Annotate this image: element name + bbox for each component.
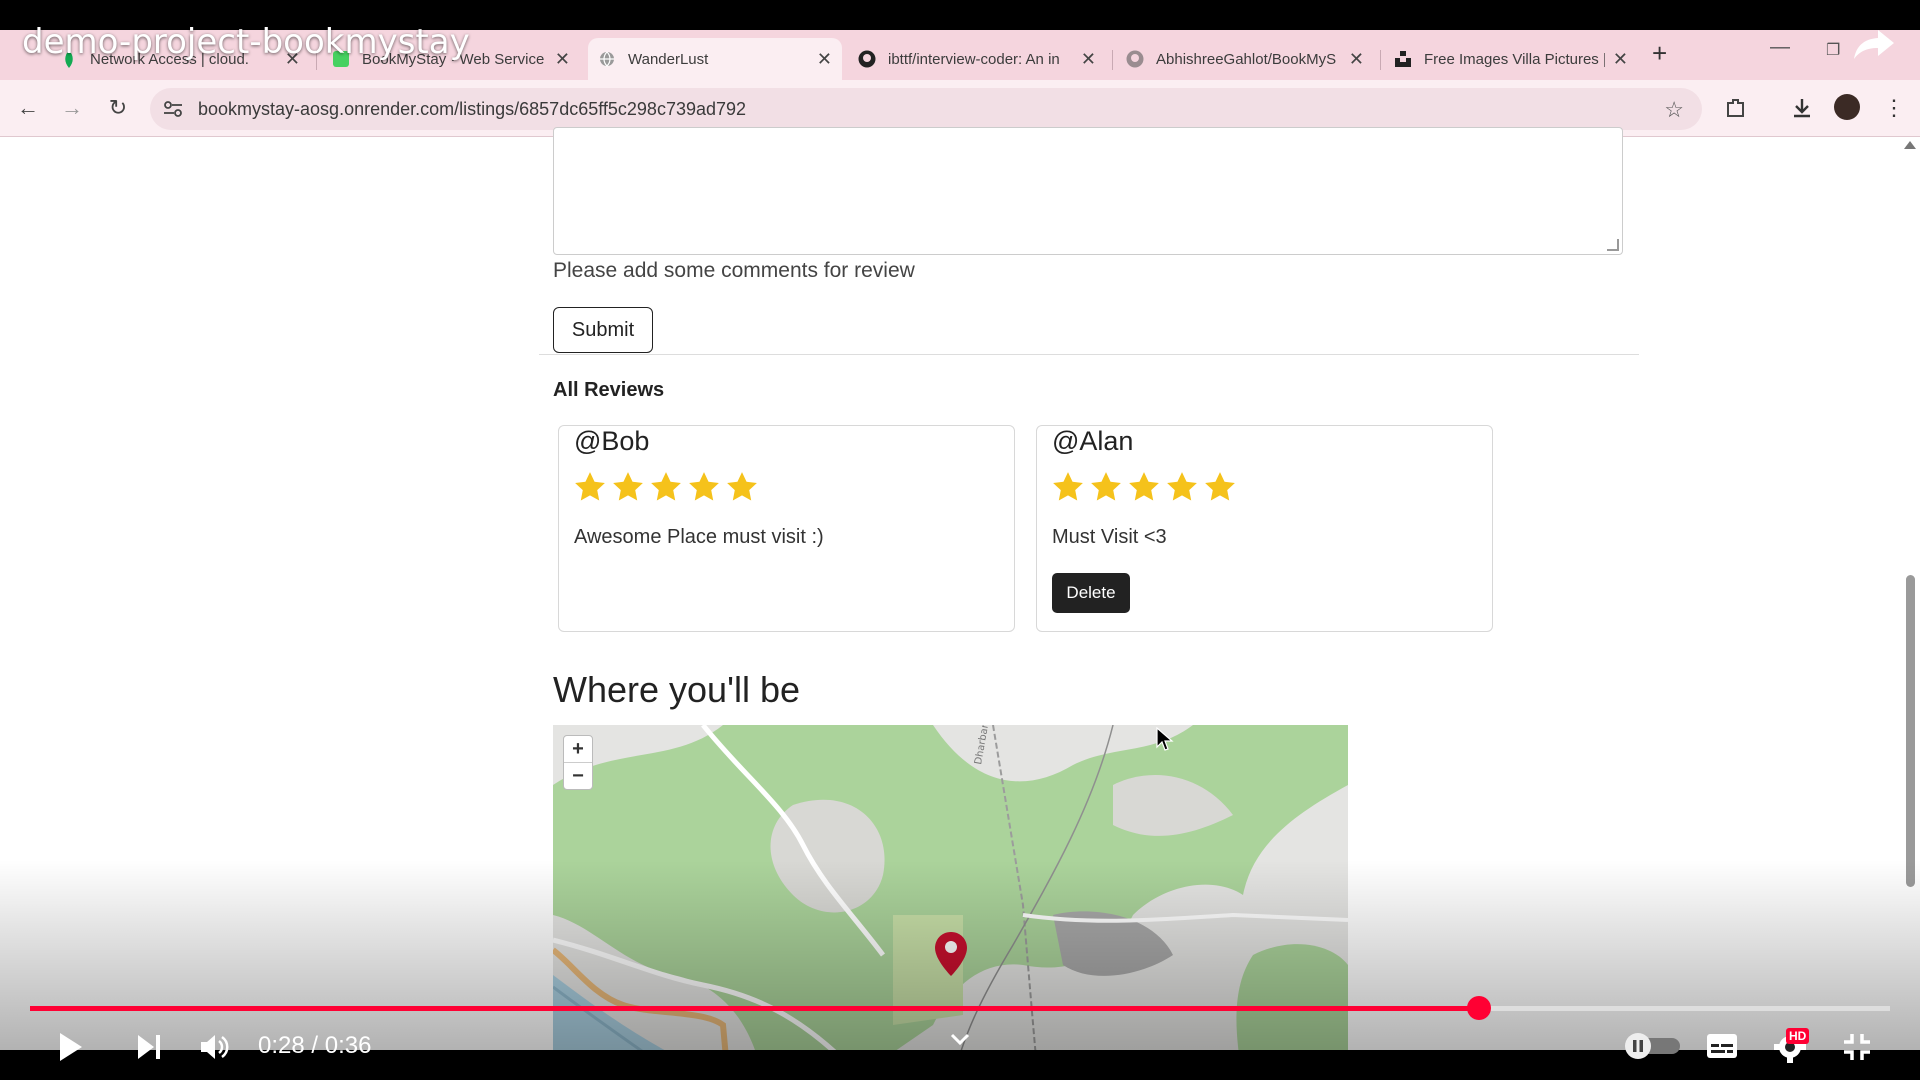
star-icon: [1091, 472, 1121, 501]
tab-label: AbhishreeGahlot/BookMyS: [1156, 50, 1337, 68]
scroll-up-arrow-icon[interactable]: [1904, 141, 1916, 149]
close-icon[interactable]: ✕: [817, 49, 832, 70]
chevron-down-icon[interactable]: [948, 1030, 972, 1050]
share-icon[interactable]: [1852, 26, 1896, 62]
review-card: @Alan Must Visit <3 Delete: [1036, 425, 1493, 632]
review-card: @Bob Awesome Place must visit :): [558, 425, 1015, 632]
tab-separator: [1380, 50, 1381, 70]
mouse-cursor-icon: [1156, 727, 1174, 751]
star-icon: [1167, 472, 1197, 501]
star-icon: [727, 472, 757, 501]
close-icon[interactable]: ✕: [555, 49, 570, 70]
tab-label: ibttf/interview-coder: An in: [888, 50, 1060, 68]
video-title[interactable]: demo-project-bookmystay: [22, 22, 470, 62]
back-arrow-icon[interactable]: ←: [14, 94, 42, 122]
review-comment-textarea[interactable]: [553, 127, 1623, 255]
address-bar[interactable]: bookmystay-aosg.onrender.com/listings/68…: [150, 88, 1702, 130]
url-text[interactable]: bookmystay-aosg.onrender.com/listings/68…: [198, 99, 746, 120]
site-settings-icon[interactable]: [162, 98, 184, 120]
time-display: 0:28 / 0:36: [258, 1032, 371, 1060]
delete-review-button[interactable]: Delete: [1052, 573, 1130, 613]
profile-avatar[interactable]: [1834, 94, 1860, 120]
tab-bookmystay-repo[interactable]: AbhishreeGahlot/BookMyS ✕: [1116, 38, 1374, 80]
tab-label: Free Images Villa Pictures |: [1424, 50, 1605, 68]
unsplash-icon: [1394, 50, 1412, 68]
subtitles-icon[interactable]: [1705, 1032, 1739, 1060]
star-icon: [575, 472, 605, 501]
bookmark-star-icon[interactable]: ☆: [1664, 97, 1684, 123]
map-heading: Where you'll be: [553, 669, 800, 710]
scrollbar-thumb[interactable]: [1906, 575, 1915, 887]
extensions-icon[interactable]: [1722, 94, 1750, 122]
star-icon: [689, 472, 719, 501]
zoom-out-button[interactable]: −: [564, 762, 592, 789]
tab-interview-coder[interactable]: ibttf/interview-coder: An in ✕: [848, 38, 1106, 80]
progress-played: [30, 1006, 1479, 1011]
zoom-in-button[interactable]: +: [564, 736, 592, 762]
autoplay-toggle[interactable]: [1622, 1032, 1682, 1060]
play-icon[interactable]: [56, 1030, 86, 1064]
next-icon[interactable]: [134, 1032, 164, 1062]
zoom-control: + −: [563, 735, 593, 790]
validation-message: Please add some comments for review: [553, 259, 915, 282]
globe-icon: [598, 50, 616, 68]
star-rating: [573, 470, 759, 504]
forward-arrow-icon[interactable]: →: [58, 94, 86, 122]
tab-free-images[interactable]: Free Images Villa Pictures | ✕: [1384, 38, 1638, 80]
resize-handle[interactable]: [1607, 239, 1619, 251]
tab-separator: [1112, 50, 1113, 70]
time-separator: /: [304, 1032, 325, 1059]
star-icon: [1053, 472, 1083, 501]
github-icon: [858, 50, 876, 68]
close-icon[interactable]: ✕: [1349, 49, 1364, 70]
review-comment: Awesome Place must visit :): [574, 526, 824, 548]
close-icon[interactable]: ✕: [1081, 49, 1096, 70]
time-total: 0:36: [324, 1032, 372, 1059]
volume-icon[interactable]: [198, 1030, 232, 1064]
star-icon: [1205, 472, 1235, 501]
submit-button[interactable]: Submit: [553, 307, 653, 353]
progress-scrubber[interactable]: [1466, 996, 1491, 1020]
github-icon: [1126, 50, 1144, 68]
star-icon: [1129, 472, 1159, 501]
new-tab-plus-icon[interactable]: +: [1652, 38, 1667, 69]
video-frame: demo-project-bookmystay Network Access |…: [0, 0, 1920, 1080]
star-icon: [651, 472, 681, 501]
hd-badge: HD: [1786, 1028, 1810, 1044]
divider: [539, 354, 1639, 355]
kebab-menu-icon[interactable]: ⋮: [1880, 94, 1908, 122]
download-icon[interactable]: [1788, 94, 1816, 122]
reviews-heading: All Reviews: [553, 379, 665, 401]
time-current: 0:28: [258, 1032, 305, 1059]
tab-label: WanderLust: [628, 50, 709, 68]
restore-icon[interactable]: ❐: [1826, 40, 1840, 60]
review-comment: Must Visit <3: [1052, 526, 1167, 548]
progress-bar[interactable]: [30, 996, 1890, 1020]
close-icon[interactable]: ✕: [1613, 49, 1628, 70]
review-author: @Alan: [1052, 426, 1134, 456]
exit-fullscreen-icon[interactable]: [1840, 1030, 1874, 1064]
settings-gear-icon[interactable]: HD: [1772, 1028, 1810, 1064]
reload-icon[interactable]: ↻: [104, 94, 132, 122]
star-rating: [1051, 470, 1237, 504]
review-author: @Bob: [574, 426, 650, 456]
minimize-icon[interactable]: —: [1770, 36, 1790, 59]
star-icon: [613, 472, 643, 501]
tab-wanderlust[interactable]: WanderLust ✕: [588, 38, 842, 80]
